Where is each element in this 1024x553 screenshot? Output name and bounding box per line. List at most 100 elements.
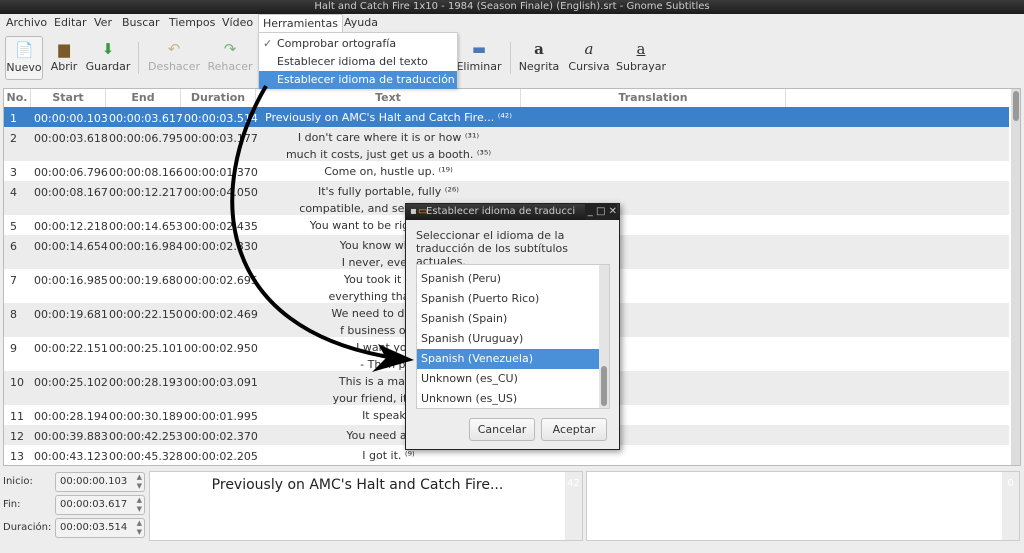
language-option[interactable]: Spanish (Uruguay) (417, 329, 599, 349)
table-row[interactable]: 3 00:00:06.796 00:00:08.166 00:00:01.370 Com… (4, 161, 1009, 181)
cell-no: 12 (10, 430, 24, 443)
cell-end: 00:00:03.617 (109, 112, 183, 125)
cell-duration: 00:00:01.995 (184, 410, 258, 423)
duration-value: 00:00:03.514 (60, 522, 128, 533)
cell-start: 00:00:00.103 (34, 112, 108, 125)
start-spinbox[interactable]: 00:00:00.103 ▲ ▼ (55, 472, 145, 492)
undo-button[interactable]: ↶ Deshacer (147, 36, 201, 80)
underline-button[interactable]: a Subrayar (615, 36, 667, 80)
redo-icon: ↷ (223, 40, 237, 58)
maximize-icon[interactable]: □ (596, 206, 609, 217)
text-char-count: 42 (565, 472, 582, 540)
column-header-translation[interactable]: Translation (521, 89, 786, 107)
minimize-icon[interactable]: _ (588, 206, 596, 217)
cell-no: 4 (10, 186, 17, 199)
language-option[interactable]: Spanish (Spain) (417, 309, 599, 329)
language-option[interactable]: Unknown (es_US) (417, 389, 599, 408)
bold-button[interactable]: a Negrita (518, 36, 560, 80)
cell-duration: 00:00:02.205 (184, 450, 258, 463)
language-list-scrollbar-thumb[interactable] (601, 366, 607, 406)
menu-editar[interactable]: Editar (50, 14, 91, 32)
italic-button[interactable]: a Cursiva (567, 36, 611, 80)
cell-no: 6 (10, 240, 17, 253)
redo-button[interactable]: ↷ Rehacer (207, 36, 253, 80)
cell-start: 00:00:43.123 (34, 450, 108, 463)
menu-tiempos[interactable]: Tiempos (165, 14, 219, 32)
cell-duration: 00:00:03.514 (184, 112, 258, 125)
language-option[interactable]: Spanish (Peru) (417, 269, 599, 289)
open-label: Abrir (50, 60, 78, 73)
table-row[interactable]: 1 00:00:00.103 00:00:03.617 00:00:03.514 Pre… (4, 107, 1009, 127)
cell-duration: 00:00:03.091 (184, 376, 258, 389)
cell-duration: 00:00:02.695 (184, 274, 258, 287)
spin-arrows-icon[interactable]: ▲ ▼ (137, 473, 142, 491)
table-scrollbar-thumb[interactable] (1013, 91, 1019, 121)
menu-bar: Archivo Editar Ver Buscar Tiempos Vídeo … (0, 14, 1024, 32)
cell-duration: 00:00:01.370 (184, 166, 258, 179)
new-button[interactable]: 📄 Nuevo (5, 36, 43, 80)
cell-start: 00:00:12.218 (34, 220, 108, 233)
menu-item-spellcheck[interactable]: ✓ Comprobar ortografía (259, 35, 457, 53)
end-label: Fin: (3, 499, 21, 510)
cell-no: 13 (10, 450, 24, 463)
duration-spinbox[interactable]: 00:00:03.514 ▲ ▼ (55, 518, 145, 538)
cell-text-line: It's fully portable, fully ⁽²⁶⁾ (317, 185, 460, 198)
save-button[interactable]: ⬇ Guardar (85, 36, 131, 80)
column-header-text[interactable]: Text (256, 89, 521, 107)
menu-video[interactable]: Vídeo (218, 14, 257, 32)
column-header-no[interactable]: No. (4, 89, 31, 107)
cell-end: 00:00:45.328 (109, 450, 183, 463)
language-option[interactable]: Spanish (Puerto Rico) (417, 289, 599, 309)
remove-icon: ▬ (471, 40, 487, 58)
toolbar-separator (510, 42, 511, 74)
cell-start: 00:00:06.796 (34, 166, 108, 179)
column-header-duration[interactable]: Duration (181, 89, 256, 107)
cell-start: 00:00:39.883 (34, 430, 108, 443)
cell-no: 2 (10, 132, 17, 145)
window-title: Halt and Catch Fire 1x10 - 1984 (Season … (314, 1, 710, 12)
translation-editor[interactable]: 0 (586, 471, 1020, 541)
bold-label: Negrita (518, 60, 560, 73)
menu-herramientas[interactable]: Herramientas (258, 14, 343, 32)
column-header-start[interactable]: Start (31, 89, 106, 107)
menu-item-label: Establecer idioma de traducción (277, 73, 455, 86)
spin-arrows-icon[interactable]: ▲ ▼ (137, 496, 142, 514)
italic-label: Cursiva (568, 60, 610, 73)
cell-end: 00:00:16.984 (109, 240, 183, 253)
open-button[interactable]: ▆ Abrir (50, 36, 78, 80)
text-editor-content[interactable]: Previously on AMC's Halt and Catch Fire.… (150, 477, 565, 493)
start-label: Inicio: (3, 476, 33, 487)
window-controls[interactable]: _ □ ✕ (584, 204, 617, 220)
cell-no: 8 (10, 308, 17, 321)
language-option[interactable]: Unknown (es_CU) (417, 369, 599, 389)
save-label: Guardar (85, 60, 131, 73)
window-menu-icon[interactable]: ▪ (410, 204, 417, 220)
column-header-end[interactable]: End (106, 89, 181, 107)
text-editor[interactable]: Previously on AMC's Halt and Catch Fire.… (149, 471, 583, 541)
menu-item-set-text-language[interactable]: Establecer idioma del texto (259, 53, 457, 71)
cell-start: 00:00:19.681 (34, 308, 108, 321)
end-spinbox[interactable]: 00:00:03.617 ▲ ▼ (55, 495, 145, 515)
start-value: 00:00:00.103 (60, 476, 128, 487)
new-label: Nuevo (6, 61, 42, 74)
menu-ayuda[interactable]: Ayuda (340, 14, 382, 32)
cell-duration: 00:00:02.330 (184, 240, 258, 253)
delete-button[interactable]: ▬ Eliminar (456, 36, 502, 80)
translation-char-count: 0 (1002, 472, 1019, 540)
spin-arrows-icon[interactable]: ▲ ▼ (137, 519, 142, 537)
menu-buscar[interactable]: Buscar (118, 14, 164, 32)
close-icon[interactable]: ✕ (609, 206, 617, 217)
cell-start: 00:00:14.654 (34, 240, 108, 253)
table-scrollbar[interactable] (1011, 89, 1020, 465)
menu-item-set-translation-language[interactable]: Establecer idioma de traducción (259, 71, 457, 89)
delete-label: Eliminar (456, 60, 502, 73)
menu-ver[interactable]: Ver (90, 14, 116, 32)
accept-button[interactable]: Aceptar (541, 418, 607, 441)
menu-archivo[interactable]: Archivo (2, 14, 51, 32)
end-value: 00:00:03.617 (60, 499, 128, 510)
cell-duration: 00:00:02.950 (184, 342, 258, 355)
table-row[interactable]: 2 00:00:03.618 00:00:06.795 00:00:03.177 I d… (4, 127, 1009, 161)
cell-end: 00:00:08.166 (109, 166, 183, 179)
language-option[interactable]: Spanish (Venezuela) (417, 349, 599, 369)
cancel-button[interactable]: Cancelar (469, 418, 535, 441)
